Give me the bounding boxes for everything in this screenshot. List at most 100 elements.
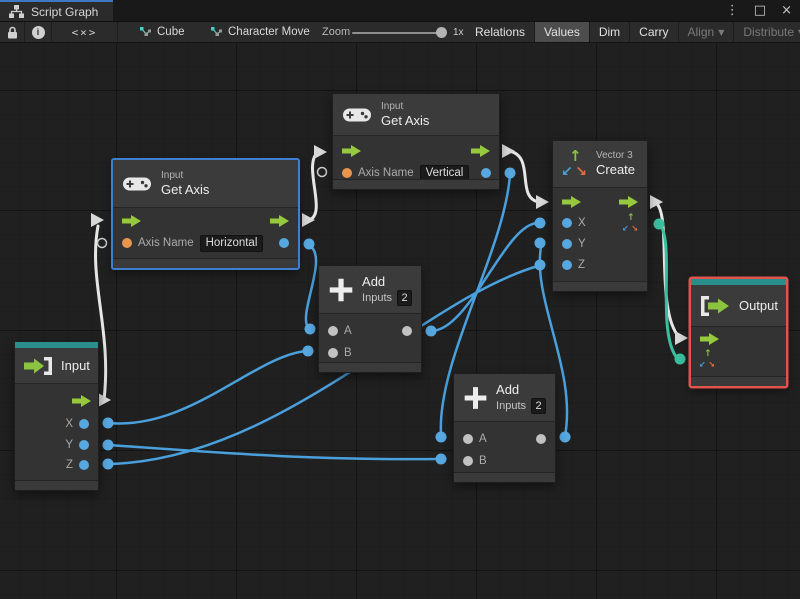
port-row-b: B: [454, 451, 555, 471]
node-add-2[interactable]: Add Inputs 2 A B: [453, 373, 556, 483]
tab-script-graph[interactable]: Script Graph: [0, 2, 113, 21]
flow-arrow-icon[interactable]: [619, 196, 638, 208]
port-dot-string[interactable]: [122, 238, 132, 248]
node-header[interactable]: Add Inputs 2: [319, 266, 421, 314]
flow-arrow-icon[interactable]: [471, 145, 490, 157]
inputs-count-field[interactable]: 2: [397, 289, 412, 306]
breadcrumb-character-move[interactable]: Character Move: [211, 22, 310, 42]
code-view-button[interactable]: <×>: [52, 22, 118, 42]
node-footer: [113, 258, 298, 268]
flow-arrow-icon[interactable]: [122, 215, 141, 227]
unity-script-graph-window: Script Graph ⋮ □ × i <×> Cube Character …: [0, 0, 800, 599]
node-header[interactable]: Add Inputs 2: [454, 374, 555, 422]
vector3-input-port-icon[interactable]: ↑ ↙ ↘: [699, 349, 715, 369]
param-row-axis-name: Axis Name Horizontal: [113, 233, 298, 253]
node-title: Add: [496, 381, 520, 397]
window-controls: ⋮ □ ×: [726, 0, 792, 21]
node-title: Input: [61, 357, 90, 373]
port-dot[interactable]: [562, 260, 572, 270]
port-label: Y: [65, 439, 73, 451]
node-input[interactable]: Input X Y Z: [14, 341, 99, 491]
relations-button[interactable]: Relations: [466, 22, 536, 42]
breadcrumb-label: Cube: [157, 26, 185, 38]
port-dot[interactable]: [79, 460, 89, 470]
port-dot-result[interactable]: [279, 238, 289, 248]
node-get-axis-vertical[interactable]: Input Get Axis Axis Name Vertical: [332, 93, 500, 190]
node-add-1[interactable]: Add Inputs 2 A B: [318, 265, 422, 373]
port-dot-result[interactable]: [481, 168, 492, 178]
align-dropdown[interactable]: Align ▼: [679, 22, 735, 42]
node-category: Input: [161, 169, 184, 181]
port-dot[interactable]: [79, 440, 89, 450]
node-vector3-create[interactable]: ↑ ↙ ↘ Vector 3 Create X ↑ ↙ ↘ Y Z: [552, 140, 648, 292]
toolbar-left-group: i <×>: [0, 22, 118, 42]
graph-asset-icon: [211, 26, 222, 36]
port-dot[interactable]: [562, 218, 572, 228]
gamepad-icon: [123, 177, 151, 190]
vector3-icon: ↑ ↙ ↘: [561, 147, 587, 180]
carry-button[interactable]: Carry: [630, 22, 679, 42]
node-footer: [454, 472, 555, 482]
distribute-dropdown[interactable]: Distribute▼: [734, 22, 800, 42]
node-title: Create: [596, 162, 636, 177]
node-footer: [691, 376, 786, 386]
values-button[interactable]: Values: [535, 22, 590, 42]
port-dot[interactable]: [328, 348, 338, 358]
inputs-label: Inputs: [362, 291, 392, 304]
port-dot[interactable]: [328, 326, 338, 336]
node-header[interactable]: Output: [691, 285, 786, 327]
node-output[interactable]: Output ↑ ↙ ↘: [690, 278, 787, 387]
port-dot[interactable]: [562, 239, 572, 249]
port-dot-sum[interactable]: [536, 434, 546, 444]
flow-arrow-icon[interactable]: [72, 395, 91, 407]
port-row-z: Z: [553, 255, 647, 275]
port-dot[interactable]: [463, 456, 473, 466]
flow-row: [553, 192, 647, 212]
flow-arrow-icon[interactable]: [562, 196, 581, 208]
vector3-output-port-icon[interactable]: ↑ ↙ ↘: [622, 213, 638, 233]
port-row-y: Y: [15, 435, 98, 455]
node-category: Vector 3: [596, 150, 633, 161]
breadcrumb-label: Character Move: [228, 26, 310, 38]
axis-name-field[interactable]: Horizontal: [199, 234, 264, 252]
menu-icon[interactable]: ⋮: [726, 4, 739, 17]
node-footer: [319, 362, 421, 372]
zoom-value: 1x: [453, 27, 464, 38]
zoom-label: Zoom: [322, 26, 351, 38]
tab-title: Script Graph: [31, 4, 99, 19]
zoom-slider-track[interactable]: [352, 32, 438, 34]
maximize-icon[interactable]: □: [754, 4, 766, 17]
node-footer: [15, 480, 98, 490]
flow-arrow-icon[interactable]: [700, 333, 719, 345]
zoom-slider-thumb[interactable]: [436, 27, 447, 38]
node-header[interactable]: Input: [15, 348, 98, 384]
flow-in-row: [691, 329, 786, 349]
flow-out-row: [15, 391, 98, 411]
node-header[interactable]: ↑ ↙ ↘ Vector 3 Create: [553, 141, 647, 188]
node-header[interactable]: Input Get Axis: [113, 160, 298, 208]
lock-button[interactable]: [0, 22, 25, 42]
close-icon[interactable]: ×: [781, 4, 792, 17]
breadcrumb-cube[interactable]: Cube: [140, 22, 185, 42]
flow-arrow-icon[interactable]: [342, 145, 361, 157]
dim-button[interactable]: Dim: [590, 22, 631, 42]
tab-bar: Script Graph ⋮ □ ×: [0, 0, 800, 21]
port-dot-string[interactable]: [342, 168, 352, 178]
port-label: Y: [578, 238, 586, 250]
node-title: Get Axis: [381, 112, 430, 128]
port-row-b: B: [319, 343, 421, 363]
node-get-axis-horizontal[interactable]: Input Get Axis Axis Name Horizontal: [112, 159, 299, 269]
inputs-label: Inputs: [496, 399, 526, 412]
port-label: Z: [65, 459, 73, 471]
flow-arrow-icon[interactable]: [270, 215, 289, 227]
port-dot[interactable]: [79, 419, 89, 429]
lock-icon: [7, 26, 17, 38]
port-dot-sum[interactable]: [402, 326, 412, 336]
port-dot[interactable]: [463, 434, 473, 444]
node-header[interactable]: Input Get Axis: [333, 94, 499, 136]
gamepad-icon: [343, 108, 371, 121]
port-row-z: Z: [15, 455, 98, 475]
param-label: Axis Name: [358, 167, 414, 179]
info-button[interactable]: i: [25, 22, 52, 42]
inputs-count-field[interactable]: 2: [531, 397, 546, 414]
